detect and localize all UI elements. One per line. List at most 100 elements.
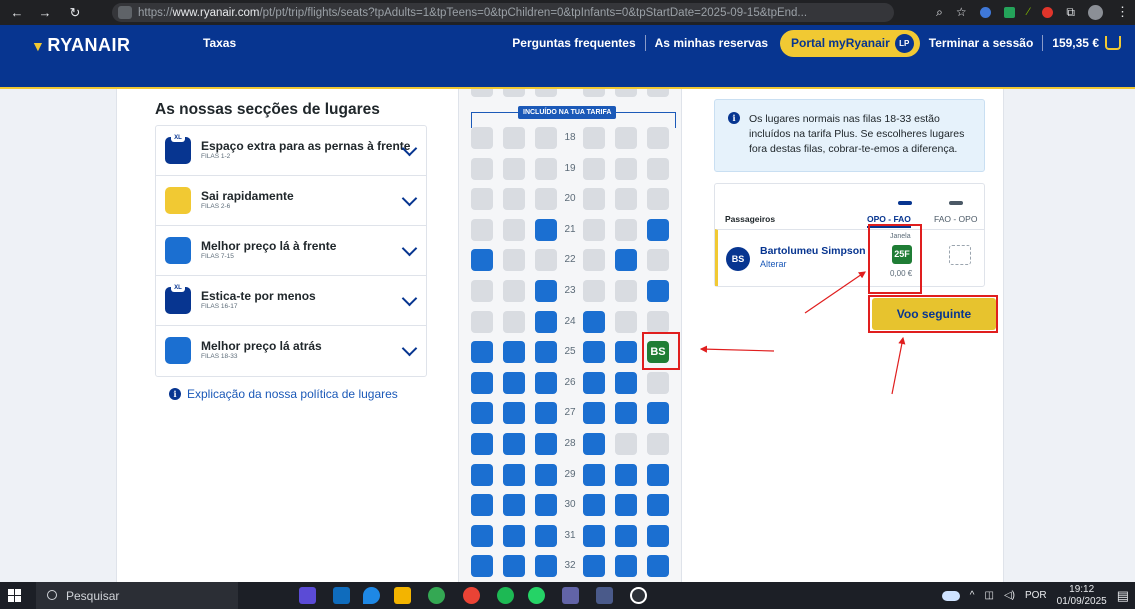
seat[interactable] xyxy=(583,463,605,486)
chevron-down-icon[interactable] xyxy=(401,240,418,257)
seat[interactable] xyxy=(471,249,493,272)
faq-link[interactable]: Perguntas frequentes xyxy=(512,36,635,50)
seat[interactable] xyxy=(583,371,605,394)
section-item-best-price-front[interactable]: Melhor preço lá à frente FILAS 7-15 xyxy=(156,226,426,276)
spotify-app-icon[interactable] xyxy=(497,587,514,604)
more-menu-icon[interactable]: ⋮ xyxy=(1116,4,1129,20)
network-icon[interactable]: ◫ xyxy=(984,590,993,601)
seat[interactable] xyxy=(535,524,557,547)
seat[interactable] xyxy=(583,555,605,578)
seat[interactable] xyxy=(647,188,669,211)
seat[interactable] xyxy=(647,402,669,425)
zoom-icon[interactable]: ⌕ xyxy=(936,5,943,20)
seat[interactable] xyxy=(471,127,493,149)
seat[interactable] xyxy=(503,218,525,241)
extension-icon[interactable]: ⁄ xyxy=(1028,6,1030,18)
seat[interactable] xyxy=(471,463,493,486)
seat[interactable] xyxy=(615,249,637,272)
return-seat-slot[interactable] xyxy=(949,245,971,265)
seat[interactable] xyxy=(583,310,605,333)
seat[interactable] xyxy=(535,433,557,455)
seat-policy-link[interactable]: i Explicação da nossa política de lugare… xyxy=(169,387,398,401)
seat[interactable] xyxy=(615,341,637,364)
seat[interactable] xyxy=(503,371,525,394)
chevron-down-icon[interactable] xyxy=(401,190,418,207)
teams-app-icon[interactable] xyxy=(562,587,579,604)
seat[interactable] xyxy=(647,371,669,394)
file-explorer-icon[interactable] xyxy=(394,587,411,604)
seat[interactable] xyxy=(471,310,493,333)
seat[interactable] xyxy=(471,524,493,547)
seat[interactable] xyxy=(471,494,493,517)
seat[interactable] xyxy=(583,127,605,149)
seat[interactable] xyxy=(535,218,557,241)
seat[interactable] xyxy=(535,89,557,97)
reload-icon[interactable]: ↻ xyxy=(64,5,86,21)
seat[interactable] xyxy=(503,463,525,486)
ryanair-logo[interactable]: ▼ RYANAIR xyxy=(31,35,131,56)
taskbar-search[interactable]: Pesquisar xyxy=(36,582,238,609)
app-icon[interactable] xyxy=(596,587,613,604)
seat[interactable] xyxy=(503,433,525,455)
extension-icon[interactable] xyxy=(979,6,991,18)
seat[interactable] xyxy=(647,463,669,486)
chevron-up-icon[interactable]: ^ xyxy=(970,590,975,601)
seat[interactable] xyxy=(647,433,669,455)
portal-myryanair-button[interactable]: Portal myRyanair LP xyxy=(780,29,920,57)
seat[interactable] xyxy=(503,249,525,272)
cy-app-icon[interactable] xyxy=(630,587,647,604)
section-item-fast-exit[interactable]: Sai rapidamente FILAS 2-6 xyxy=(156,176,426,226)
seat[interactable] xyxy=(503,555,525,578)
section-item-extra-legroom[interactable]: XL Espaço extra para as pernas à frente … xyxy=(156,126,426,176)
basket-total[interactable]: 159,35 € xyxy=(1052,36,1099,50)
seat[interactable] xyxy=(647,249,669,272)
puzzle-icon[interactable]: ⧉ xyxy=(1066,5,1075,20)
seat[interactable] xyxy=(503,280,525,302)
seat[interactable] xyxy=(615,310,637,333)
seat[interactable] xyxy=(647,310,669,333)
notifications-icon[interactable]: ▤ xyxy=(1117,588,1129,604)
address-bar[interactable]: https://www.ryanair.com/pt/pt/trip/fligh… xyxy=(112,3,894,22)
volume-icon[interactable]: ◁) xyxy=(1004,590,1015,601)
seat[interactable] xyxy=(503,524,525,547)
seat[interactable] xyxy=(647,89,669,97)
flight-tab-return[interactable]: FAO - OPO xyxy=(934,214,977,224)
seat[interactable] xyxy=(615,433,637,455)
seat[interactable] xyxy=(535,341,557,364)
seat[interactable] xyxy=(535,494,557,517)
my-bookings-link[interactable]: As minhas reservas xyxy=(655,36,768,50)
cart-icon[interactable] xyxy=(1105,36,1121,50)
seat[interactable] xyxy=(647,157,669,180)
seat[interactable] xyxy=(535,249,557,272)
seat[interactable] xyxy=(583,341,605,364)
seat[interactable] xyxy=(471,555,493,578)
section-item-best-price-back[interactable]: Melhor preço lá atrás FILAS 18-33 xyxy=(156,326,426,376)
drop-app-icon[interactable] xyxy=(363,587,380,604)
seat[interactable] xyxy=(471,371,493,394)
seat[interactable] xyxy=(535,127,557,149)
change-passenger-link[interactable]: Alterar xyxy=(760,259,787,269)
seat[interactable] xyxy=(503,157,525,180)
seat[interactable] xyxy=(471,433,493,455)
seat[interactable] xyxy=(535,280,557,302)
seat[interactable] xyxy=(647,127,669,149)
extension-icon[interactable] xyxy=(1042,6,1054,18)
seat[interactable] xyxy=(583,249,605,272)
seat[interactable] xyxy=(615,555,637,578)
seat[interactable] xyxy=(503,494,525,517)
seat[interactable] xyxy=(583,157,605,180)
seat[interactable] xyxy=(471,402,493,425)
seat[interactable] xyxy=(615,89,637,97)
seat[interactable] xyxy=(615,494,637,517)
seat[interactable] xyxy=(615,218,637,241)
seat[interactable] xyxy=(583,188,605,211)
seat[interactable] xyxy=(503,89,525,97)
chevron-down-icon[interactable] xyxy=(401,340,418,357)
seat[interactable] xyxy=(471,341,493,364)
seat[interactable] xyxy=(471,89,493,97)
seat[interactable] xyxy=(647,555,669,578)
chrome-app-icon[interactable] xyxy=(463,587,480,604)
profile-avatar-icon[interactable] xyxy=(1088,4,1103,20)
seat[interactable] xyxy=(503,188,525,211)
seat[interactable] xyxy=(583,524,605,547)
